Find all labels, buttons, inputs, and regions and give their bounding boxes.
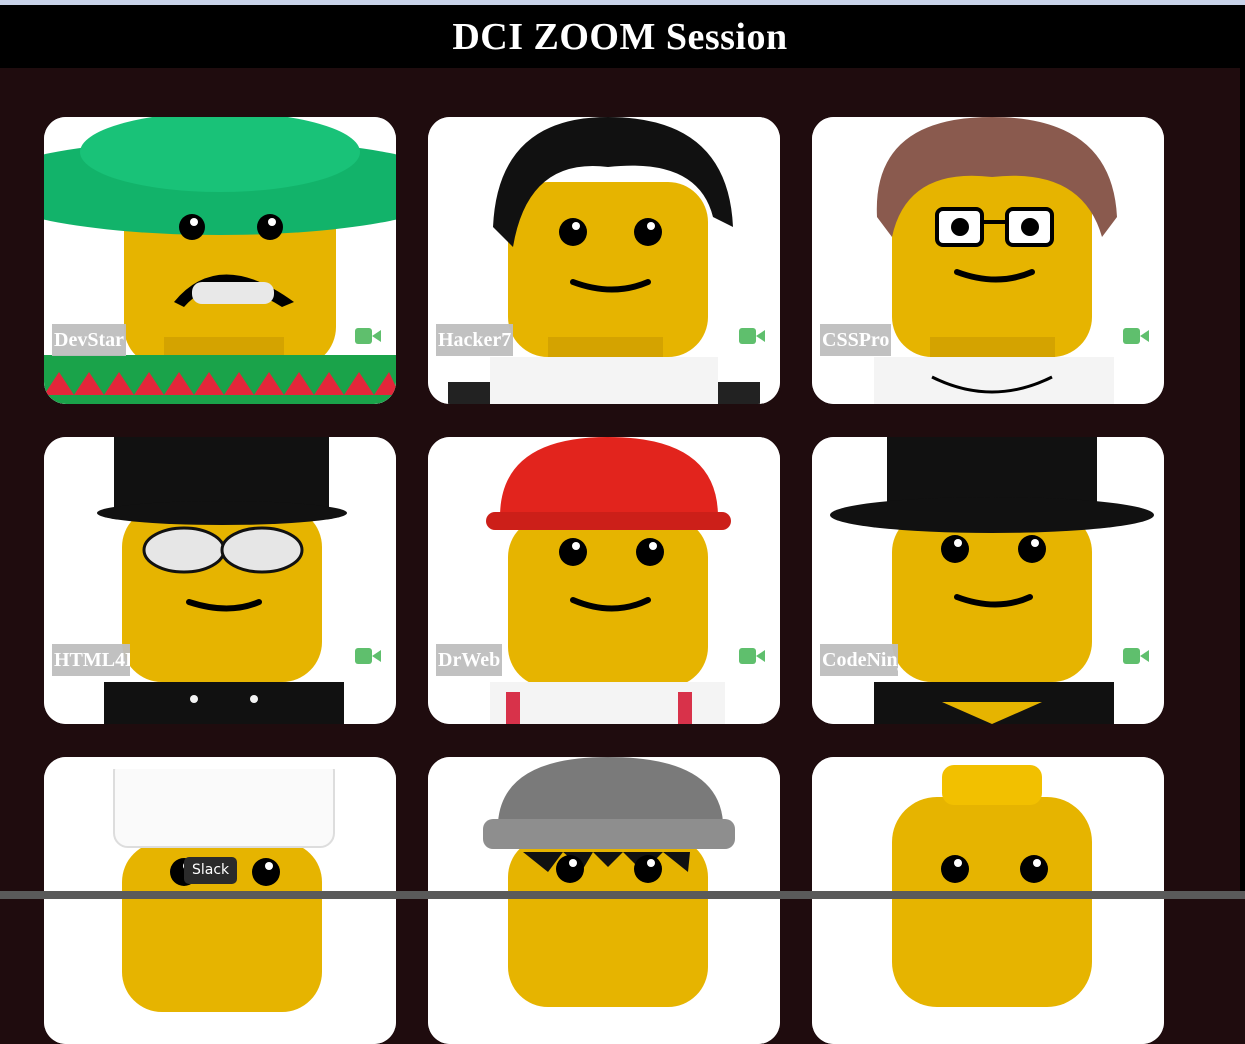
- video-camera-icon[interactable]: [355, 648, 381, 664]
- video-camera-icon[interactable]: [739, 328, 765, 344]
- participant-name: Hacker7: [436, 324, 514, 356]
- taskbar-edge: [0, 891, 1245, 899]
- page-header: DCI ZOOM Session: [0, 5, 1240, 68]
- participant-name: CSSPro: [820, 324, 892, 356]
- participant-tile-hacker7[interactable]: Hacker7: [428, 117, 780, 404]
- avatar-image: [44, 117, 396, 404]
- avatar-image: [428, 437, 780, 724]
- participant-name: DrWeb: [436, 644, 503, 676]
- avatar-image: [812, 757, 1164, 1044]
- participant-tile-7[interactable]: [44, 757, 396, 1044]
- avatar-image: [44, 757, 396, 1044]
- participant-tile-csspro[interactable]: CSSPro: [812, 117, 1164, 404]
- participant-name: HTML4Life: [52, 644, 130, 676]
- participant-tile-8[interactable]: [428, 757, 780, 1044]
- avatar-image: [812, 117, 1164, 404]
- window-right-edge: [1240, 5, 1245, 899]
- participant-name: DevStar: [52, 324, 126, 356]
- avatar-image: [812, 437, 1164, 724]
- video-camera-icon[interactable]: [355, 328, 381, 344]
- participant-tile-html4life[interactable]: HTML4Life: [44, 437, 396, 724]
- slack-tooltip: Slack: [184, 857, 238, 884]
- video-camera-icon[interactable]: [739, 648, 765, 664]
- participant-tile-devstar[interactable]: DevStar: [44, 117, 396, 404]
- video-camera-icon[interactable]: [1123, 328, 1149, 344]
- video-camera-icon[interactable]: [1123, 648, 1149, 664]
- participant-tile-codeninja[interactable]: CodeNinja: [812, 437, 1164, 724]
- participant-tile-drweb[interactable]: DrWeb: [428, 437, 780, 724]
- avatar-image: [428, 757, 780, 1044]
- participant-tile-9[interactable]: [812, 757, 1164, 1044]
- avatar-image: [428, 117, 780, 404]
- page-title: DCI ZOOM Session: [452, 15, 788, 58]
- avatar-image: [44, 437, 396, 724]
- participant-name: CodeNinja: [820, 644, 898, 676]
